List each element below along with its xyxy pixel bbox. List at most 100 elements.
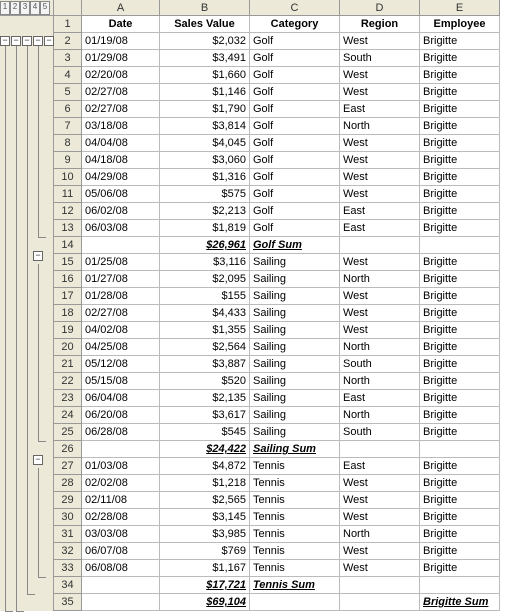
outline-level-3[interactable]: 3: [20, 1, 30, 15]
collapse-button[interactable]: −: [11, 36, 21, 46]
row-header[interactable]: 33: [54, 560, 82, 577]
cell-category[interactable]: Golf: [250, 152, 340, 169]
cell-sales[interactable]: $545: [160, 424, 250, 441]
spreadsheet-grid[interactable]: A B C D E 1DateSales ValueCategoryRegion…: [54, 0, 519, 611]
row-header[interactable]: 6: [54, 101, 82, 118]
cell-category[interactable]: Sailing: [250, 356, 340, 373]
cell-employee[interactable]: Brigitte: [420, 50, 500, 67]
cell-sales[interactable]: $3,887: [160, 356, 250, 373]
cell-sales[interactable]: $1,167: [160, 560, 250, 577]
cell-sales[interactable]: $3,617: [160, 407, 250, 424]
collapse-button[interactable]: −: [44, 36, 54, 46]
cell-region[interactable]: West: [340, 288, 420, 305]
cell-category[interactable]: Tennis: [250, 543, 340, 560]
cell-sales[interactable]: $575: [160, 186, 250, 203]
row-header[interactable]: 22: [54, 373, 82, 390]
cell-region[interactable]: West: [340, 492, 420, 509]
row-header[interactable]: 34: [54, 577, 82, 594]
cell[interactable]: [82, 237, 160, 254]
cell-region[interactable]: West: [340, 475, 420, 492]
row-header[interactable]: 17: [54, 288, 82, 305]
cell-region[interactable]: North: [340, 526, 420, 543]
cell-employee[interactable]: Brigitte: [420, 339, 500, 356]
cell-date[interactable]: 06/28/08: [82, 424, 160, 441]
subtotal-value[interactable]: $24,422: [160, 441, 250, 458]
cell-sales[interactable]: $1,790: [160, 101, 250, 118]
cell-date[interactable]: 01/27/08: [82, 271, 160, 288]
cell[interactable]: [340, 237, 420, 254]
outline-level-5[interactable]: 5: [40, 1, 50, 15]
row-header[interactable]: 1: [54, 16, 82, 33]
cell-sales[interactable]: $2,135: [160, 390, 250, 407]
subtotal-label[interactable]: Tennis Sum: [250, 577, 340, 594]
cell-sales[interactable]: $2,564: [160, 339, 250, 356]
cell-region[interactable]: South: [340, 356, 420, 373]
cell-region[interactable]: West: [340, 305, 420, 322]
cell-category[interactable]: Tennis: [250, 526, 340, 543]
cell-region[interactable]: West: [340, 84, 420, 101]
cell-date[interactable]: 06/08/08: [82, 560, 160, 577]
cell-employee[interactable]: Brigitte: [420, 356, 500, 373]
cell-region[interactable]: West: [340, 543, 420, 560]
column-heading-category[interactable]: Category: [250, 16, 340, 33]
row-header[interactable]: 13: [54, 220, 82, 237]
cell-employee[interactable]: Brigitte: [420, 152, 500, 169]
cell-sales[interactable]: $4,045: [160, 135, 250, 152]
cell-employee[interactable]: Brigitte: [420, 322, 500, 339]
row-header[interactable]: 12: [54, 203, 82, 220]
cell-employee[interactable]: Brigitte: [420, 254, 500, 271]
row-header[interactable]: 29: [54, 492, 82, 509]
cell-sales[interactable]: $1,355: [160, 322, 250, 339]
row-header[interactable]: 8: [54, 135, 82, 152]
row-header[interactable]: 26: [54, 441, 82, 458]
cell-region[interactable]: West: [340, 254, 420, 271]
row-header[interactable]: 27: [54, 458, 82, 475]
cell-employee[interactable]: Brigitte: [420, 509, 500, 526]
cell-category[interactable]: Sailing: [250, 390, 340, 407]
cell-sales[interactable]: $3,985: [160, 526, 250, 543]
cell-employee[interactable]: Brigitte: [420, 560, 500, 577]
cell-category[interactable]: Golf: [250, 203, 340, 220]
cell-region[interactable]: West: [340, 560, 420, 577]
cell-sales[interactable]: $2,565: [160, 492, 250, 509]
cell-category[interactable]: Golf: [250, 101, 340, 118]
row-header[interactable]: 35: [54, 594, 82, 611]
cell-date[interactable]: 04/29/08: [82, 169, 160, 186]
cell-date[interactable]: 04/02/08: [82, 322, 160, 339]
cell-category[interactable]: Golf: [250, 67, 340, 84]
column-heading-date[interactable]: Date: [82, 16, 160, 33]
cell-region[interactable]: West: [340, 152, 420, 169]
cell-date[interactable]: 02/28/08: [82, 509, 160, 526]
cell-sales[interactable]: $2,032: [160, 33, 250, 50]
cell[interactable]: [340, 577, 420, 594]
cell-category[interactable]: Golf: [250, 135, 340, 152]
col-header-C[interactable]: C: [250, 0, 340, 16]
cell-region[interactable]: East: [340, 101, 420, 118]
cell-date[interactable]: 06/07/08: [82, 543, 160, 560]
cell-sales[interactable]: $4,872: [160, 458, 250, 475]
cell-category[interactable]: Golf: [250, 33, 340, 50]
cell-date[interactable]: 04/25/08: [82, 339, 160, 356]
collapse-button[interactable]: −: [33, 36, 43, 46]
cell-category[interactable]: Sailing: [250, 373, 340, 390]
cell-category[interactable]: Tennis: [250, 492, 340, 509]
cell-employee[interactable]: Brigitte: [420, 101, 500, 118]
cell-date[interactable]: 05/12/08: [82, 356, 160, 373]
cell-date[interactable]: 03/18/08: [82, 118, 160, 135]
row-header[interactable]: 7: [54, 118, 82, 135]
row-header[interactable]: 32: [54, 543, 82, 560]
column-heading-employee[interactable]: Employee: [420, 16, 500, 33]
cell-region[interactable]: North: [340, 373, 420, 390]
cell[interactable]: [82, 594, 160, 611]
cell-employee[interactable]: Brigitte: [420, 118, 500, 135]
cell-category[interactable]: Tennis: [250, 458, 340, 475]
cell-category[interactable]: Golf: [250, 220, 340, 237]
cell-region[interactable]: West: [340, 186, 420, 203]
outline-level-2[interactable]: 2: [10, 1, 20, 15]
cell-region[interactable]: West: [340, 169, 420, 186]
cell-category[interactable]: Golf: [250, 186, 340, 203]
row-header[interactable]: 5: [54, 84, 82, 101]
cell-employee[interactable]: Brigitte: [420, 33, 500, 50]
cell-employee[interactable]: Brigitte: [420, 67, 500, 84]
cell-date[interactable]: 02/27/08: [82, 305, 160, 322]
